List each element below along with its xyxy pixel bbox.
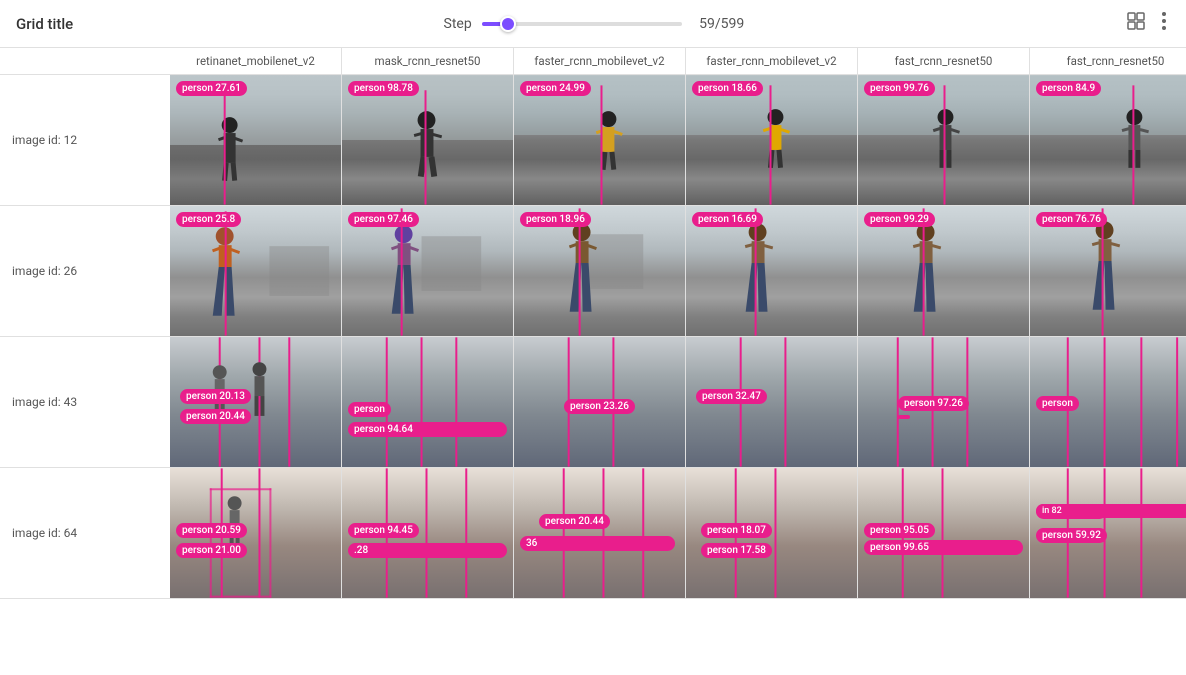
cell-2-5[interactable]: person bbox=[1030, 337, 1186, 467]
detection-label-2-2: person 23.26 bbox=[564, 399, 635, 414]
col-header-1: mask_rcnn_resnet50 bbox=[342, 48, 514, 74]
detection-label-2-0-1: person 20.44 bbox=[180, 409, 251, 424]
col-header-0: retinanet_mobilenet_v2 bbox=[170, 48, 342, 74]
cell-1-4[interactable]: person 99.29 bbox=[858, 206, 1030, 336]
cell-3-2[interactable]: person 20.44 person 21.33 36 bbox=[514, 468, 686, 598]
cell-0-2[interactable]: person 24.99 bbox=[514, 75, 686, 205]
detection-label-3-4-0: person 95.05 bbox=[864, 523, 935, 538]
detection-label-0-4: person 99.76 bbox=[864, 81, 935, 96]
step-label: Step bbox=[444, 16, 472, 32]
col-header-5: fast_rcnn_resnet50 bbox=[1030, 48, 1186, 74]
cell-3-5[interactable]: person 82.43 in 82 person 59.92 bbox=[1030, 468, 1186, 598]
detection-label-0-0: person 27.61 bbox=[176, 81, 247, 96]
detection-label-3-4-1: person 99.65 bbox=[864, 540, 1023, 555]
step-control: Step 59/599 bbox=[444, 16, 752, 32]
col-header-4: fast_rcnn_resnet50 bbox=[858, 48, 1030, 74]
row-cells-0: person 27.61 person 9 bbox=[170, 75, 1186, 205]
cell-1-0[interactable]: person 25.8 bbox=[170, 206, 342, 336]
cell-3-0[interactable]: person 20.59 person 21.00 bbox=[170, 468, 342, 598]
detection-label-2-5: person bbox=[1036, 396, 1079, 411]
detection-label-3-3-0: person 18.07 bbox=[701, 523, 772, 538]
detection-label-2-1-0: person bbox=[348, 402, 391, 417]
detection-label-0-3: person 18.66 bbox=[692, 81, 763, 96]
detection-label-2-4-0: person 97.26 bbox=[898, 396, 969, 411]
grid-row-0: image id: 12 bbox=[0, 75, 1186, 206]
cell-3-3[interactable]: person 18.07 person 17.58 bbox=[686, 468, 858, 598]
cell-0-4[interactable]: person 99.76 bbox=[858, 75, 1030, 205]
cell-2-3[interactable]: person 32.47 bbox=[686, 337, 858, 467]
row-cells-2: person 20.13 person 20.44 person person … bbox=[170, 337, 1186, 467]
detection-label-3-5-1: in 82 bbox=[1036, 504, 1186, 518]
detection-label-3-0-0: person 20.59 bbox=[176, 523, 247, 538]
detection-label-3-2-2: 36 bbox=[520, 536, 675, 551]
cell-3-1[interactable]: person 94.45 19.15 .28 bbox=[342, 468, 514, 598]
cell-2-1[interactable]: person person 94.64 bbox=[342, 337, 514, 467]
row-cells-3: person 20.59 person 21.00 person 94.45 1… bbox=[170, 468, 1186, 598]
grid-row-3: image id: 64 bbox=[0, 468, 1186, 599]
step-value: 59/599 bbox=[692, 16, 752, 32]
detection-label-1-1: person 97.46 bbox=[348, 212, 419, 227]
grid-container: retinanet_mobilenet_v2 mask_rcnn_resnet5… bbox=[0, 48, 1186, 675]
header-actions bbox=[1122, 9, 1170, 38]
cell-2-2[interactable]: person 23.26 bbox=[514, 337, 686, 467]
detection-label-0-1: person 98.78 bbox=[348, 81, 419, 96]
detection-label-0-5: person 84.9 bbox=[1036, 81, 1101, 96]
detection-label-3-3-1: person 17.58 bbox=[701, 543, 772, 558]
cell-1-3[interactable]: person 16.69 bbox=[686, 206, 858, 336]
grid-title: Grid title bbox=[16, 15, 73, 33]
detection-label-2-0-0: person 20.13 bbox=[180, 389, 251, 404]
row-label-0: image id: 12 bbox=[0, 125, 170, 155]
detection-label-1-5: person 76.76 bbox=[1036, 212, 1107, 227]
detection-label-2-4-1 bbox=[898, 415, 910, 419]
expand-button[interactable] bbox=[1122, 9, 1150, 38]
header: Grid title Step 59/599 bbox=[0, 0, 1186, 48]
app-container: Grid title Step 59/599 bbox=[0, 0, 1186, 675]
row-cells-1: person 25.8 person 97.46 bbox=[170, 206, 1186, 336]
more-options-button[interactable] bbox=[1158, 9, 1170, 38]
detection-label-1-0: person 25.8 bbox=[176, 212, 241, 227]
detection-label-1-4: person 99.29 bbox=[864, 212, 935, 227]
cell-3-4[interactable]: person 95.05 person 99.65 bbox=[858, 468, 1030, 598]
detection-label-2-1-1: person 94.64 bbox=[348, 422, 507, 437]
col-header-2: faster_rcnn_mobilevet_v2 bbox=[514, 48, 686, 74]
detection-label-2-3: person 32.47 bbox=[696, 389, 767, 404]
detection-label-3-1-0: person 94.45 bbox=[348, 523, 419, 538]
detection-label-1-3: person 16.69 bbox=[692, 212, 763, 227]
cell-0-5[interactable]: person 84.9 bbox=[1030, 75, 1186, 205]
detection-label-3-5-2: person 59.92 bbox=[1036, 528, 1107, 543]
row-label-3: image id: 64 bbox=[0, 518, 170, 548]
cell-0-1[interactable]: person 98.78 bbox=[342, 75, 514, 205]
column-headers: retinanet_mobilenet_v2 mask_rcnn_resnet5… bbox=[0, 48, 1186, 75]
grid-row-1: image id: 26 bbox=[0, 206, 1186, 337]
row-label-1: image id: 26 bbox=[0, 256, 170, 286]
detection-label-3-1-2: .28 bbox=[348, 543, 507, 558]
grid-row-2: image id: 43 bbox=[0, 337, 1186, 468]
col-header-3: faster_rcnn_mobilevet_v2 bbox=[686, 48, 858, 74]
cell-0-0[interactable]: person 27.61 bbox=[170, 75, 342, 205]
detection-label-0-2: person 24.99 bbox=[520, 81, 591, 96]
cell-1-5[interactable]: person 76.76 bbox=[1030, 206, 1186, 336]
detection-label-3-2-0: person 20.44 bbox=[539, 514, 610, 529]
cell-2-4[interactable]: person 97.26 bbox=[858, 337, 1030, 467]
detection-label-1-2: person 18.96 bbox=[520, 212, 591, 227]
cell-2-0[interactable]: person 20.13 person 20.44 bbox=[170, 337, 342, 467]
cell-0-3[interactable]: person 18.66 bbox=[686, 75, 858, 205]
detection-label-3-0-1: person 21.00 bbox=[176, 543, 247, 558]
step-slider[interactable] bbox=[482, 22, 682, 26]
row-label-2: image id: 43 bbox=[0, 387, 170, 417]
cell-1-2[interactable]: person 18.96 bbox=[514, 206, 686, 336]
cell-1-1[interactable]: person 97.46 bbox=[342, 206, 514, 336]
